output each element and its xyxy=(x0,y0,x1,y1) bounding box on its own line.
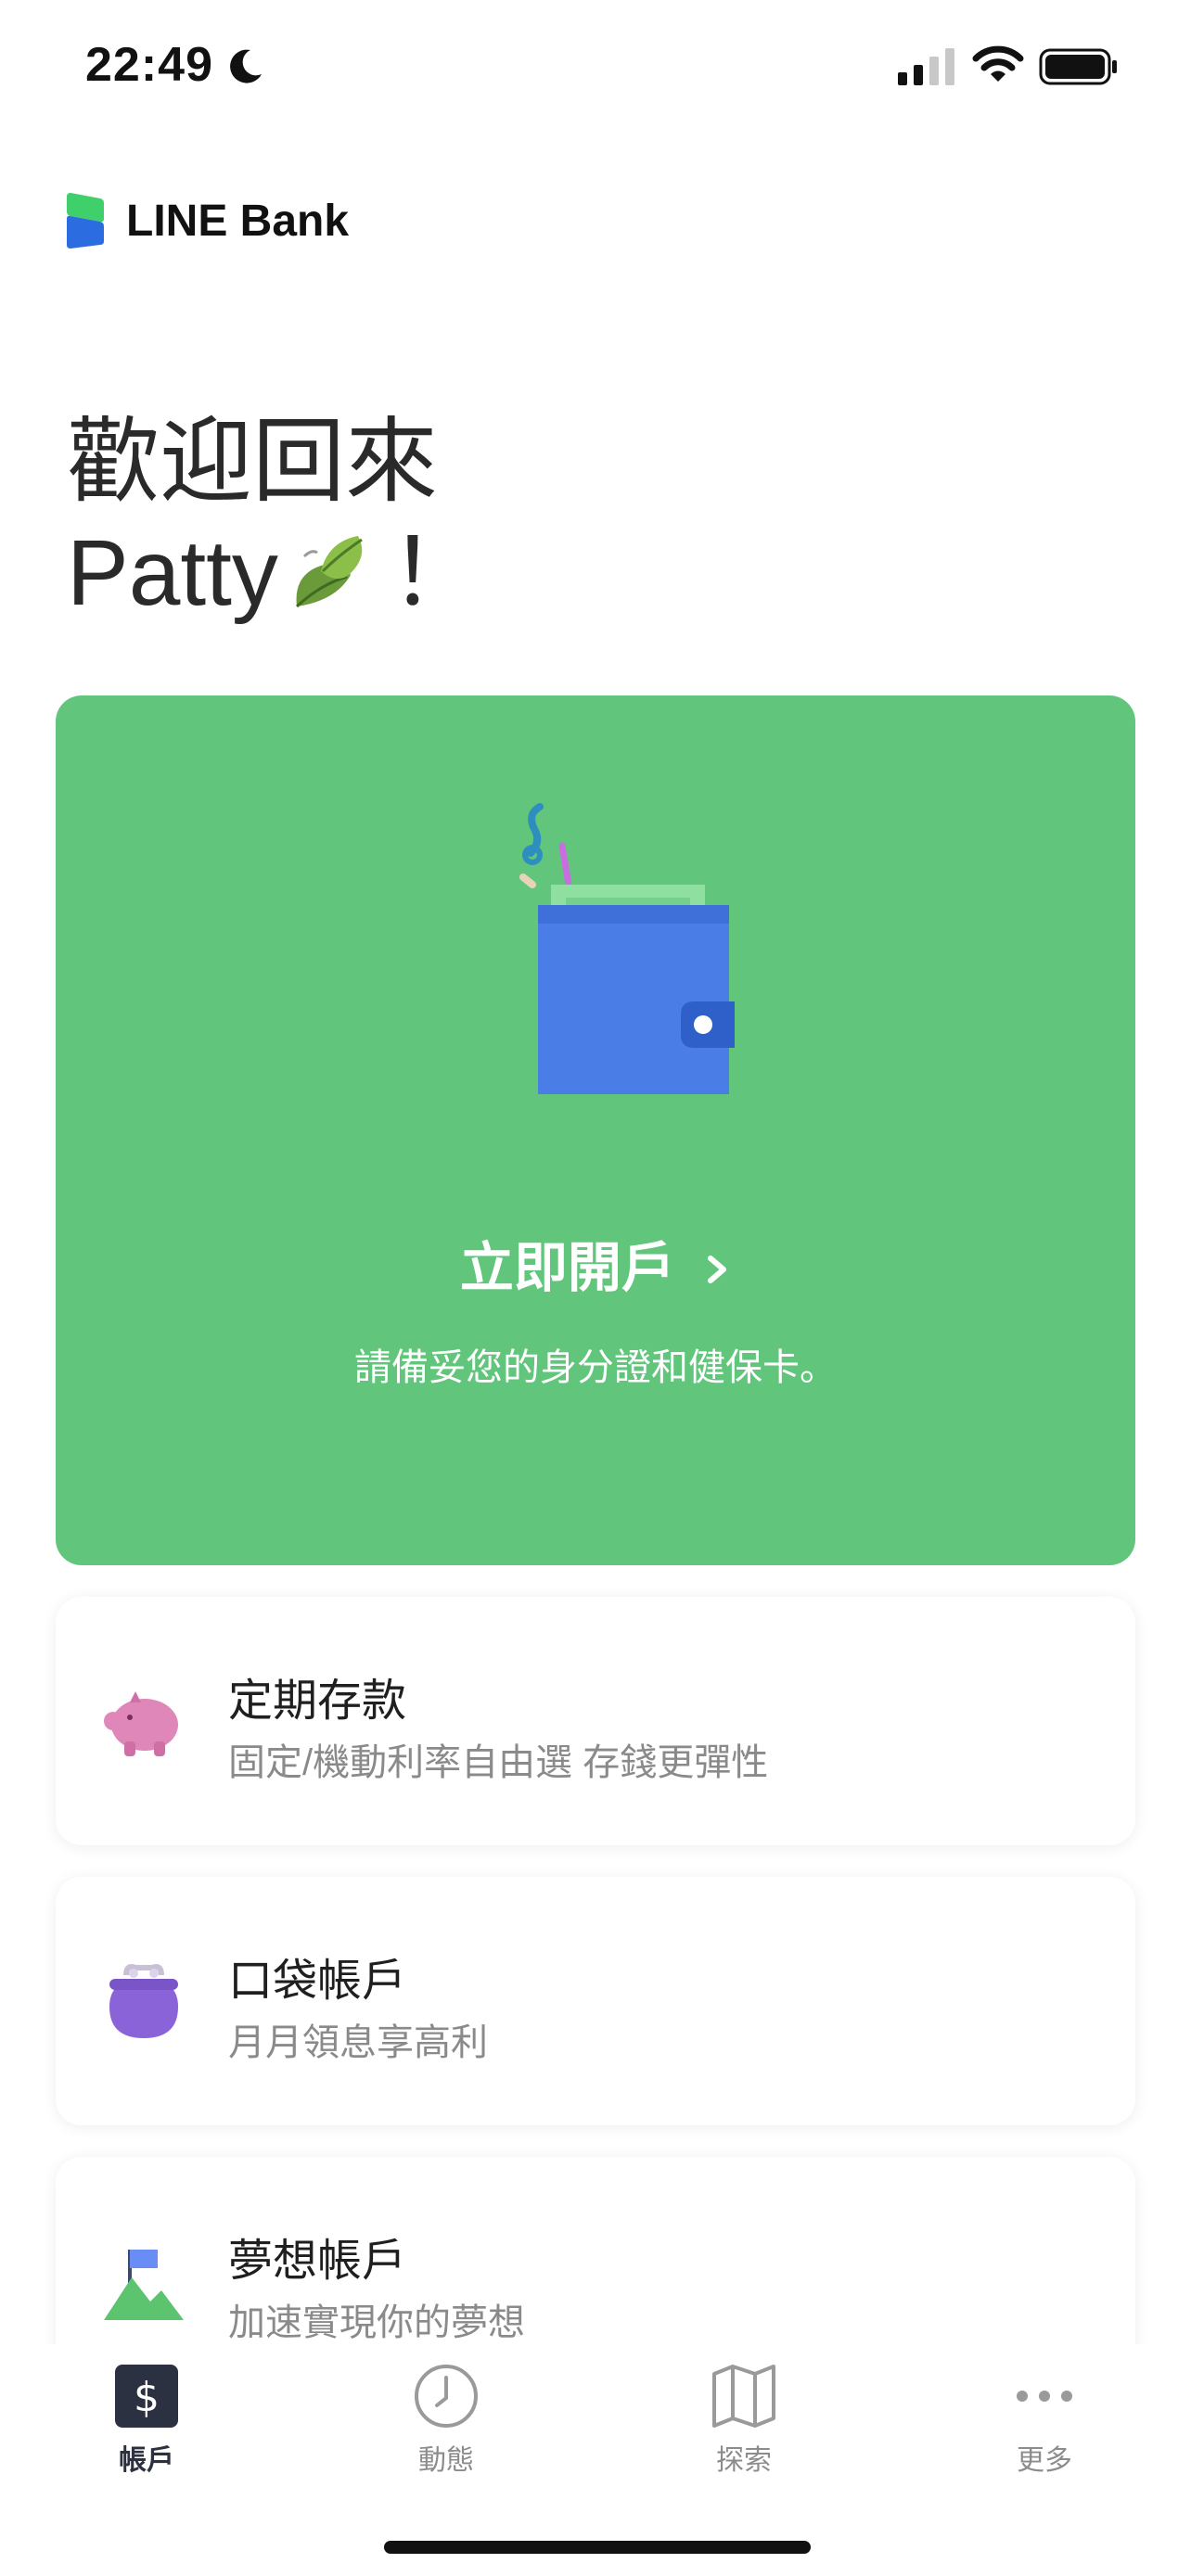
tab-label: 探索 xyxy=(716,2445,772,2476)
product-subtitle: 加速實現你的夢想 xyxy=(228,2302,525,2343)
map-icon xyxy=(712,2365,775,2428)
brand-header: LINE Bank xyxy=(59,187,349,254)
signal-icon xyxy=(898,48,954,85)
clock-icon xyxy=(415,2365,478,2428)
line-bank-logo-icon xyxy=(67,193,104,249)
greeting-exclamation: ！ xyxy=(389,521,482,625)
chevron-right-icon xyxy=(708,1256,727,1283)
moon-icon xyxy=(230,49,262,83)
home-indicator xyxy=(384,2541,811,2554)
product-card-time-deposit[interactable]: 定期存款 固定/機動利率自由選 存錢更彈性 xyxy=(56,1597,1135,1845)
tab-label: 帳戶 xyxy=(119,2445,174,2476)
open-account-title: 立即開戶 xyxy=(459,1238,675,1298)
svg-text:$: $ xyxy=(134,2374,160,2421)
tab-explore[interactable]: 探索 xyxy=(660,2363,827,2478)
status-bar: 22:49 xyxy=(0,0,1191,139)
tab-label: 動態 xyxy=(418,2445,474,2476)
wallet-icon xyxy=(519,803,735,1094)
greeting-line: 歡迎回來 xyxy=(67,410,438,514)
status-time: 22:49 xyxy=(85,38,213,92)
open-account-subtitle: 請備妥您的身分證和健保卡。 xyxy=(354,1347,837,1388)
tab-accounts[interactable]: $ 帳戶 xyxy=(63,2363,230,2478)
piggy-bank-icon xyxy=(104,1691,178,1756)
open-account-card[interactable]: 立即開戶 請備妥您的身分證和健保卡。 xyxy=(56,695,1135,1565)
user-name: Patty xyxy=(67,521,278,625)
product-title: 口袋帳戶 xyxy=(228,1957,407,2006)
product-card-pocket-account[interactable]: 口袋帳戶 月月領息享高利 xyxy=(56,1877,1135,2125)
tab-more[interactable]: 更多 xyxy=(961,2363,1128,2478)
dollar-icon: $ xyxy=(115,2365,178,2428)
wifi-icon xyxy=(972,45,1024,82)
product-subtitle: 固定/機動利率自由選 存錢更彈性 xyxy=(228,1742,769,1783)
leaf-icon xyxy=(295,536,363,608)
more-dots-icon xyxy=(1017,2391,1072,2402)
product-title: 定期存款 xyxy=(228,1677,407,1726)
tab-activity[interactable]: 動態 xyxy=(363,2363,530,2478)
product-subtitle: 月月領息享高利 xyxy=(228,2022,488,2063)
brand-name: LINE Bank xyxy=(126,196,350,246)
greeting: 歡迎回來 Patty ！ xyxy=(67,406,482,629)
tab-label: 更多 xyxy=(1017,2445,1072,2476)
coin-purse-icon xyxy=(109,1964,178,2038)
mountain-flag-icon xyxy=(104,2250,184,2320)
battery-icon xyxy=(1039,48,1117,85)
product-title: 夢想帳戶 xyxy=(228,2237,407,2286)
open-account-link[interactable]: 立即開戶 xyxy=(56,1224,1135,1302)
